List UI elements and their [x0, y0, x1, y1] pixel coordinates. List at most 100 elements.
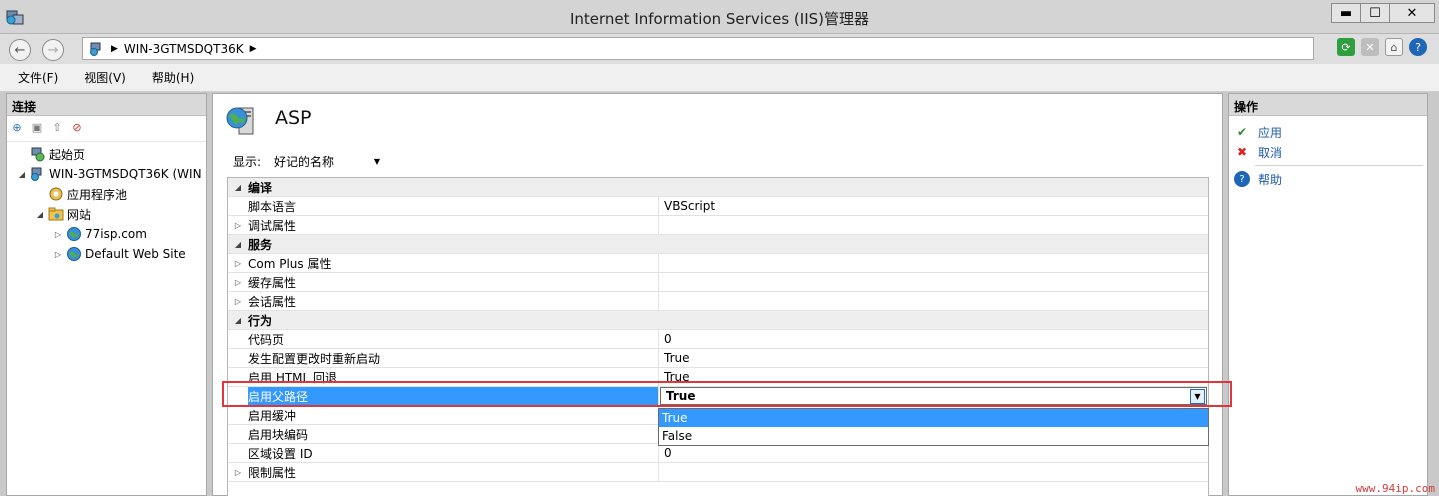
menu-file[interactable]: 文件(F)	[14, 67, 62, 88]
feature-header: ASP	[213, 94, 1222, 144]
value-dropdown-list: True False	[658, 408, 1209, 446]
back-button[interactable]: ←	[9, 39, 31, 61]
expander-icon[interactable]: ▷	[228, 278, 248, 287]
property-value[interactable]	[659, 216, 1208, 234]
folder-icon	[48, 206, 64, 222]
expander-icon[interactable]: ▷	[228, 297, 248, 306]
property-value[interactable]	[659, 273, 1208, 291]
property-name: 发生配置更改时重新启动	[248, 349, 659, 367]
expander-icon[interactable]: ▷	[228, 468, 248, 477]
property-name: 区域设置 ID	[248, 444, 659, 462]
property-row[interactable]: ▷ 缓存属性	[228, 273, 1208, 292]
tree-expander[interactable]: ▷	[53, 250, 63, 259]
property-row[interactable]: ▷ Com Plus 属性	[228, 254, 1208, 273]
help-icon: ?	[1234, 171, 1250, 187]
tree-node-app-pools[interactable]: 应用程序池	[7, 184, 206, 204]
property-row[interactable]: 发生配置更改时重新启动 True	[228, 349, 1208, 368]
display-label: 显示:	[233, 154, 262, 169]
tree-node-start-page[interactable]: 起始页	[7, 144, 206, 164]
collapse-icon[interactable]: ◢	[228, 183, 248, 192]
expander-icon[interactable]: ▷	[228, 259, 248, 268]
cancel-icon: ✖	[1236, 145, 1248, 159]
category-row-services[interactable]: ◢ 服务	[228, 235, 1208, 254]
property-name: 服务	[248, 237, 273, 252]
dropdown-option-true[interactable]: True	[659, 409, 1208, 427]
disconnect-icon[interactable]: ⊘	[69, 121, 85, 137]
display-mode-value: 好记的名称	[274, 154, 335, 169]
tree-expander[interactable]: ◢	[35, 210, 45, 219]
collapse-icon[interactable]: ◢	[228, 240, 248, 249]
refresh-icon[interactable]: ⟳	[1337, 38, 1355, 56]
back-arrow-icon: ←	[14, 42, 26, 58]
minimize-button[interactable]: ▬	[1331, 3, 1361, 23]
property-name: 调试属性	[248, 216, 659, 234]
feature-panel: ASP 显示: 好记的名称 ▼ ◢ 编译 脚本语言 VBScript ▷ 调试属…	[212, 93, 1232, 496]
property-row[interactable]: ▷ 限制属性	[228, 463, 1208, 482]
display-mode-row: 显示: 好记的名称 ▼	[233, 152, 385, 170]
cancel-action[interactable]: ✖ 取消	[1229, 142, 1427, 162]
breadcrumb[interactable]: ▶ WIN-3GTMSDQT36K ▶	[82, 37, 1314, 60]
property-name: 缓存属性	[248, 273, 659, 291]
property-row[interactable]: 代码页 0	[228, 330, 1208, 349]
home-icon[interactable]: ⌂	[1385, 38, 1403, 56]
property-name: 会话属性	[248, 292, 659, 310]
connect-icon[interactable]: ⊕	[9, 121, 25, 137]
apply-action[interactable]: ✔ 应用	[1229, 122, 1427, 142]
up-icon[interactable]: ⇧	[49, 121, 65, 137]
tree-node-server[interactable]: ◢ WIN-3GTMSDQT36K (WIN	[7, 164, 206, 184]
category-row-behavior[interactable]: ◢ 行为	[228, 311, 1208, 330]
breadcrumb-server[interactable]: WIN-3GTMSDQT36K	[124, 42, 244, 56]
help-action[interactable]: ? 帮助	[1229, 169, 1427, 189]
tree-node-site-77isp[interactable]: ▷ 77isp.com	[7, 224, 206, 244]
property-value[interactable]: VBScript	[659, 197, 1208, 215]
close-button[interactable]: ✕	[1389, 3, 1435, 23]
property-name: 脚本语言	[248, 197, 659, 215]
tree-node-label: 起始页	[49, 147, 86, 162]
globe-icon	[66, 246, 82, 262]
highlight-annotation-box	[222, 381, 1232, 407]
property-value[interactable]: 0	[659, 330, 1208, 348]
apply-icon: ✔	[1236, 125, 1248, 139]
property-grid: ◢ 编译 脚本语言 VBScript ▷ 调试属性 ◢ 服务 ▷ Com Plu…	[227, 177, 1209, 496]
save-icon[interactable]: ▣	[29, 121, 45, 137]
forward-button[interactable]: →	[42, 39, 64, 61]
category-row-compile[interactable]: ◢ 编译	[228, 178, 1208, 197]
property-name: Com Plus 属性	[248, 254, 659, 272]
property-value[interactable]	[659, 292, 1208, 310]
property-row[interactable]: 区域设置 ID 0	[228, 444, 1208, 463]
property-row[interactable]: ▷ 会话属性	[228, 292, 1208, 311]
property-name: 启用块编码	[248, 425, 659, 443]
property-name: 代码页	[248, 330, 659, 348]
actions-divider	[1255, 165, 1423, 166]
tree-node-label: WIN-3GTMSDQT36K (WIN	[49, 167, 202, 181]
property-value[interactable]: True	[659, 349, 1208, 367]
tree-node-sites[interactable]: ◢ 网站	[7, 204, 206, 224]
tree-node-label: 77isp.com	[85, 227, 147, 241]
address-bar: ← → ▶ WIN-3GTMSDQT36K ▶ ⟳ ✕ ⌂ ?	[0, 34, 1439, 64]
display-mode-select[interactable]: 好记的名称 ▼	[267, 152, 385, 170]
tree-expander[interactable]: ◢	[17, 170, 27, 179]
asp-feature-icon	[226, 107, 254, 135]
stop-icon[interactable]: ✕	[1361, 38, 1379, 56]
property-value[interactable]	[659, 254, 1208, 272]
property-name: 行为	[248, 313, 273, 328]
dropdown-option-false[interactable]: False	[659, 427, 1208, 445]
tree-node-label: 网站	[67, 207, 92, 222]
forward-arrow-icon: →	[47, 42, 59, 58]
menu-view[interactable]: 视图(V)	[80, 67, 130, 88]
property-row[interactable]: ▷ 调试属性	[228, 216, 1208, 235]
maximize-button[interactable]: ☐	[1360, 3, 1390, 23]
feature-title: ASP	[275, 107, 312, 129]
menu-help[interactable]: 帮助(H)	[148, 67, 198, 88]
cancel-label: 取消	[1258, 145, 1283, 160]
help-icon[interactable]: ?	[1409, 38, 1427, 56]
property-value[interactable]	[659, 463, 1208, 481]
breadcrumb-separator: ▶	[249, 43, 257, 54]
tree-expander[interactable]: ▷	[53, 230, 63, 239]
collapse-icon[interactable]: ◢	[228, 316, 248, 325]
property-row[interactable]: 脚本语言 VBScript	[228, 197, 1208, 216]
connections-title: 连接	[7, 94, 206, 116]
property-value[interactable]: 0	[659, 444, 1208, 462]
tree-node-default-web-site[interactable]: ▷ Default Web Site	[7, 244, 206, 264]
expander-icon[interactable]: ▷	[228, 221, 248, 230]
